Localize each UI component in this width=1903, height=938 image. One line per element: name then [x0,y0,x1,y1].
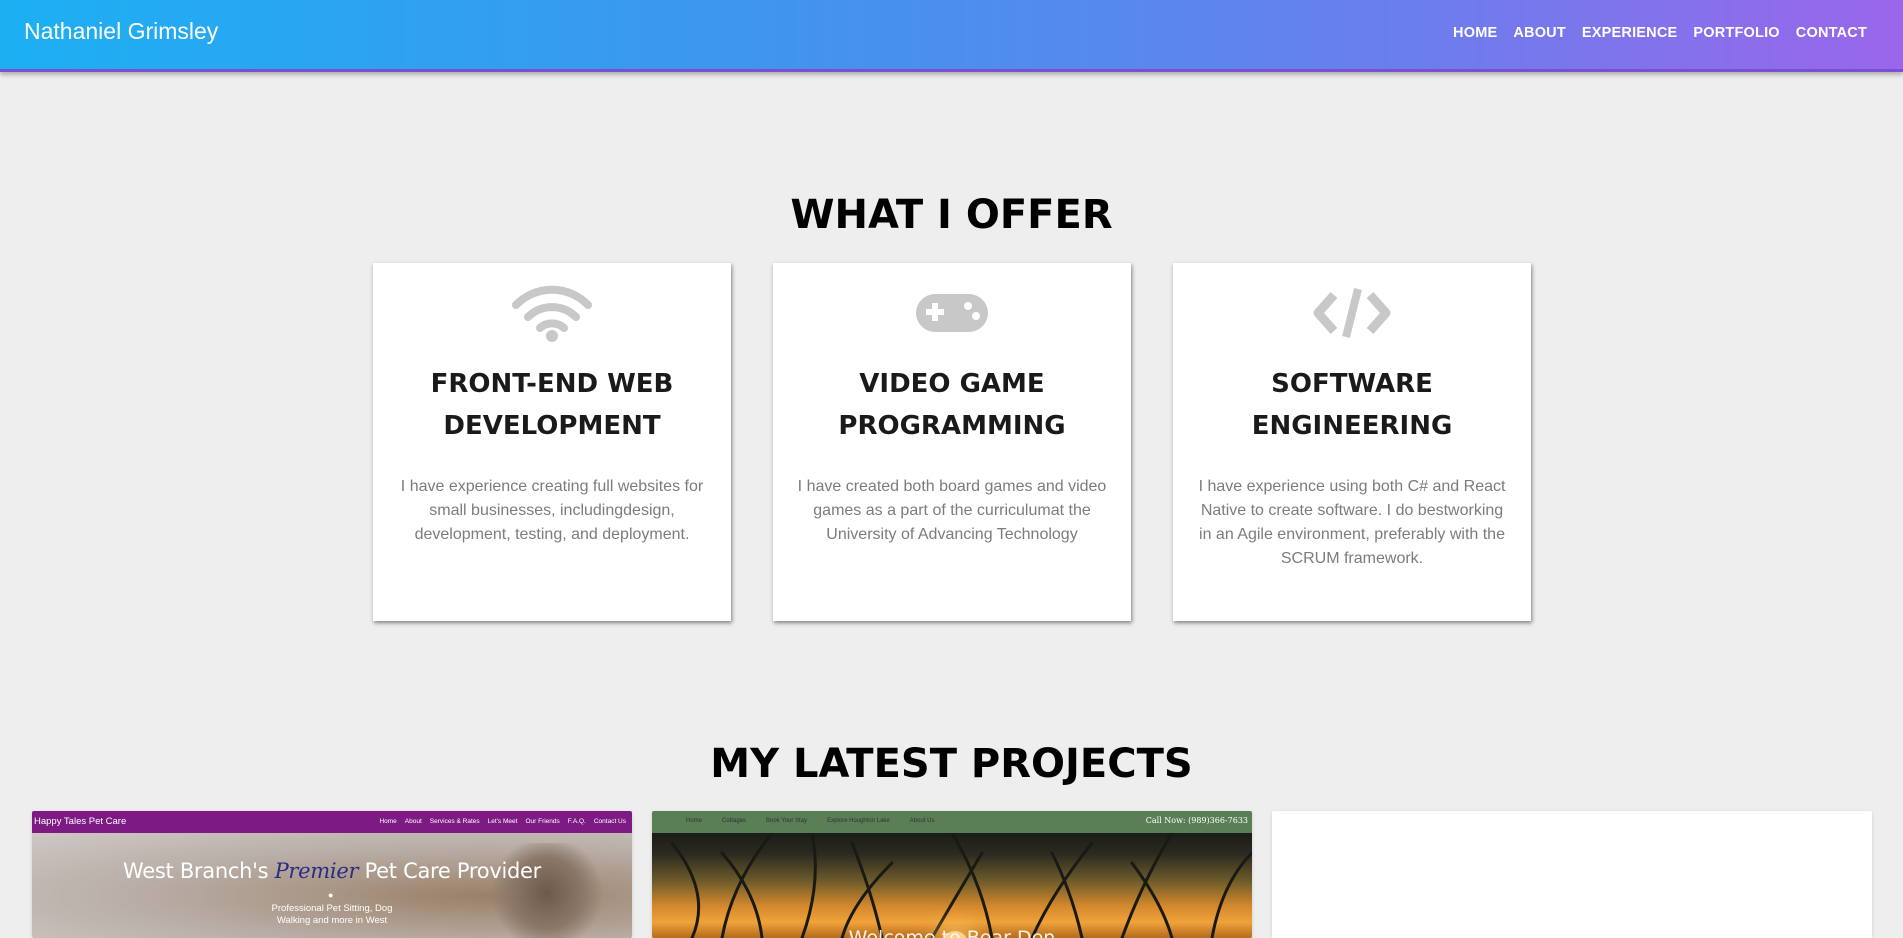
project-preview-brand: Happy Tales Pet Care [34,816,127,827]
paw-icon: ● [328,890,334,900]
offer-card-title-line: FRONT-END WEB [430,369,674,399]
project-preview-nav-item: Cottages [722,818,747,824]
project-card-bear-den[interactable]: Home Cottages Book Your Stay Explore Hou… [652,811,1252,938]
offer-card-title-line: ENGINEERING [1251,411,1453,441]
project-preview-nav: Home About Services & Rates Let's Meet O… [379,818,626,825]
gamepad-icon [773,281,1131,345]
project-preview-nav-item: About Us [909,818,935,824]
offer-card-text: I have created both board games and vide… [797,478,1107,543]
project-preview-hero-image [652,833,1252,938]
project-card-empty[interactable] [1272,811,1872,938]
offer-card-text: I have experience using both C# and Reac… [1198,478,1506,567]
nav-link-home[interactable]: HOME [1445,25,1505,41]
project-preview-nav-item: Contact Us [593,818,626,825]
nav-link-experience[interactable]: EXPERIENCE [1574,25,1685,41]
offer-card-games: VIDEO GAME PROGRAMMING I have created bo… [773,263,1131,621]
headline-emphasis: Premier [274,859,359,883]
offer-card-title-line: VIDEO GAME [859,369,1045,399]
nav-link-about[interactable]: ABOUT [1505,25,1574,41]
offer-card-title-line: DEVELOPMENT [443,411,661,441]
wifi-icon [373,281,731,345]
project-preview-nav-item: Home [686,818,703,824]
project-preview-nav-item: Our Friends [525,818,560,825]
offer-card-title: VIDEO GAME PROGRAMMING [793,363,1111,447]
subtitle-line: Walking and more in West [276,915,388,926]
project-card-pet-care[interactable]: Happy Tales Pet Care Home About Services… [32,811,632,938]
offer-card-text: I have experience creating full websites… [400,478,704,543]
project-preview-nav-item: Let's Meet [487,818,518,825]
project-preview-nav-item: F.A.Q. [567,818,586,825]
offer-card-title: SOFTWARE ENGINEERING [1193,363,1511,447]
site-brand[interactable]: Nathaniel Grimsley [24,18,218,45]
project-preview-navbar: Happy Tales Pet Care Home About Services… [32,811,632,833]
project-preview-nav-item: Home [379,818,397,825]
headline-post: Pet Care Provider [358,859,542,883]
offer-card-software: SOFTWARE ENGINEERING I have experience u… [1173,263,1531,621]
offer-card-title-line: SOFTWARE [1271,369,1433,399]
headline-pre: West Branch's [123,859,275,883]
project-preview-nav-item: Explore Houghton Lake [827,818,890,824]
top-navbar: Nathaniel Grimsley HOME ABOUT EXPERIENCE… [0,0,1903,72]
project-preview-nav: Home Cottages Book Your Stay Explore Hou… [686,818,934,824]
offer-card-title-line: PROGRAMMING [838,411,1066,441]
offer-section-title: WHAT I OFFER [790,192,1113,238]
projects-section-title: MY LATEST PROJECTS [710,741,1193,787]
code-icon [1173,281,1531,345]
nav-links: HOME ABOUT EXPERIENCE PORTFOLIO CONTACT [1445,25,1875,41]
nav-link-contact[interactable]: CONTACT [1788,25,1875,41]
project-preview-call: Call Now: (989)366-7633 [1145,816,1248,825]
nav-link-portfolio[interactable]: PORTFOLIO [1685,25,1787,41]
subtitle-line: Professional Pet Sitting, Dog [271,903,393,914]
project-preview-subtitle: Professional Pet Sitting, Dog Walking an… [32,903,632,927]
grass-silhouette [670,833,1252,938]
offer-card-web: FRONT-END WEB DEVELOPMENT I have experie… [373,263,731,621]
project-preview-headline: West Branch's Premier Pet Care Provider [32,859,632,883]
project-preview-welcome: Welcome to Bear Den [848,927,1056,938]
project-preview-nav-item: Book Your Stay [766,818,808,824]
project-preview-nav-item: About [404,818,422,825]
project-preview-navbar: Home Cottages Book Your Stay Explore Hou… [652,811,1252,833]
offer-card-title: FRONT-END WEB DEVELOPMENT [393,363,711,447]
project-preview-nav-item: Services & Rates [429,818,480,825]
